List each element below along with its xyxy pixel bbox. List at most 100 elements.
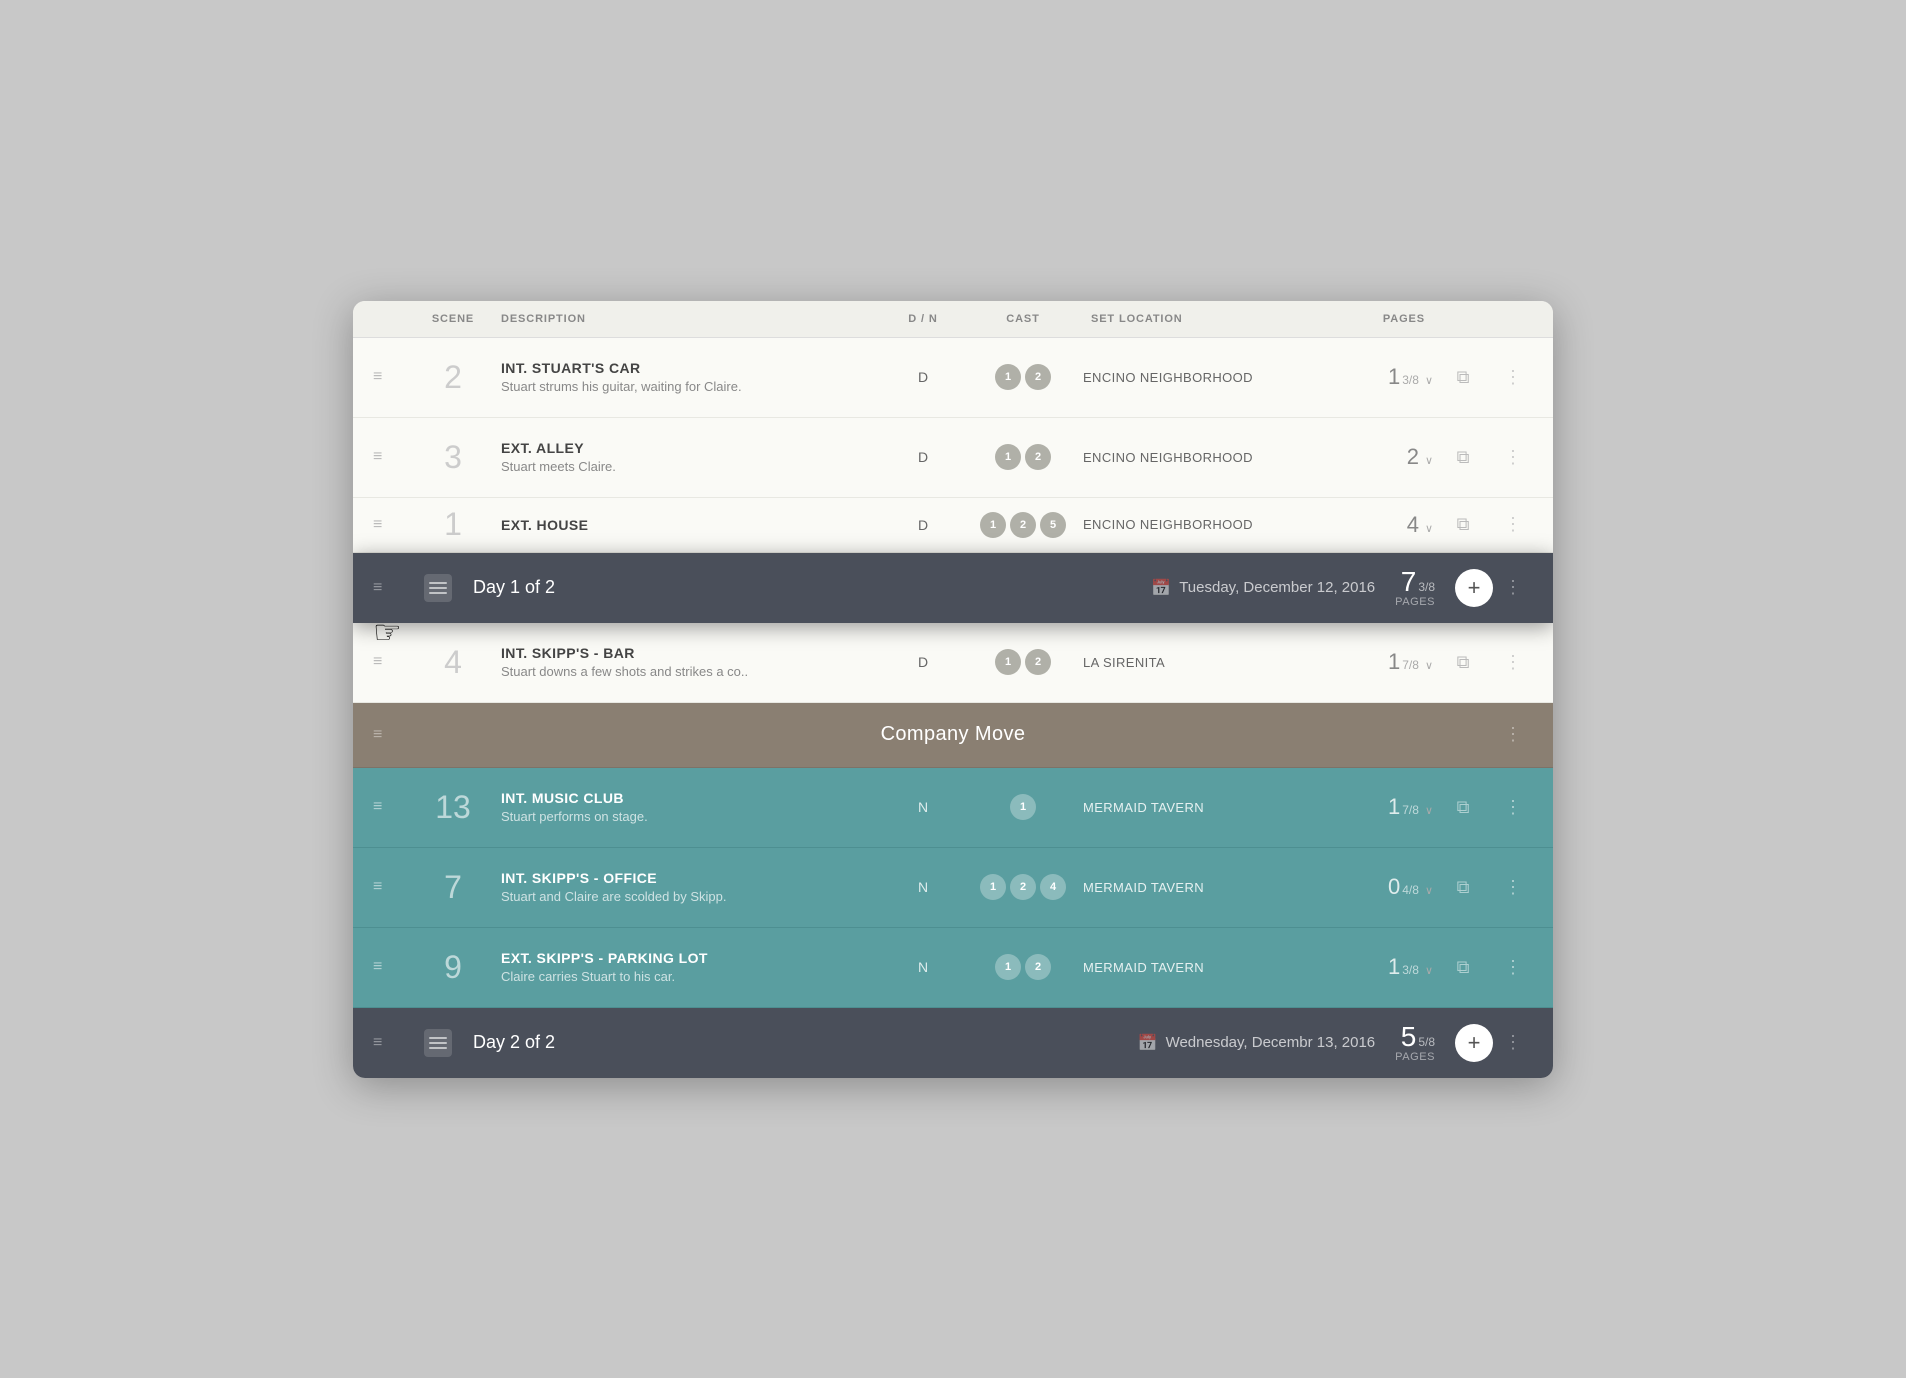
dm-cell: D <box>883 654 963 670</box>
pages-cell: 1 3/8 ∨ <box>1303 954 1433 980</box>
pages-main: 1 <box>1388 954 1400 980</box>
day2-date-area: 📅 Wednesday, Decembr 13, 2016 <box>1138 1033 1376 1053</box>
more-button[interactable]: ⋮ <box>1493 797 1533 818</box>
cast-badge: 1 <box>1010 794 1036 820</box>
chevron-down-icon[interactable]: ∨ <box>1425 522 1433 535</box>
chevron-down-icon[interactable]: ∨ <box>1425 884 1433 897</box>
cast-badge: 1 <box>995 649 1021 675</box>
scene-info: EXT. ALLEY Stuart meets Claire. <box>493 440 883 474</box>
cast-badge: 2 <box>1010 874 1036 900</box>
day1-pages-main: 7 <box>1401 568 1417 596</box>
pages-cell: 4 ∨ <box>1303 512 1433 538</box>
day2-add-button[interactable]: + <box>1455 1024 1493 1062</box>
scene-number: 1 <box>413 506 493 543</box>
scene-row-9: ≡ 9 EXT. SKIPP'S - PARKING LOT Claire ca… <box>353 928 1553 1008</box>
boards-icon[interactable]: ⧉ <box>1433 652 1493 673</box>
cast-cell: 1 2 5 <box>963 512 1083 538</box>
dm-cell: N <box>883 959 963 975</box>
cast-badge: 2 <box>1010 512 1036 538</box>
chevron-down-icon[interactable]: ∨ <box>1425 804 1433 817</box>
boards-icon[interactable]: ⧉ <box>1433 957 1493 978</box>
company-move-drag[interactable]: ≡ <box>373 726 413 744</box>
more-button[interactable]: ⋮ <box>1493 447 1533 468</box>
drag-handle[interactable]: ≡ <box>373 798 413 816</box>
day2-date: Wednesday, Decembr 13, 2016 <box>1166 1034 1376 1051</box>
cast-cell: 1 2 <box>963 954 1083 980</box>
drag-handle[interactable]: ≡ <box>373 368 413 386</box>
more-button[interactable]: ⋮ <box>1493 652 1533 673</box>
scene-row-4: ≡ 4 INT. SKIPP'S - BAR Stuart downs a fe… <box>353 623 1553 703</box>
cast-badge: 1 <box>995 444 1021 470</box>
pages-main: 4 <box>1407 512 1419 538</box>
day2-pages-area: 5 5/8 Pages <box>1395 1023 1435 1063</box>
day-drag-handle[interactable]: ≡ <box>373 579 413 597</box>
cast-cell: 1 2 <box>963 444 1083 470</box>
cast-cell: 1 2 4 <box>963 874 1083 900</box>
scene-description: Stuart downs a few shots and strikes a c… <box>501 664 875 679</box>
day2-more-button[interactable]: ⋮ <box>1493 1032 1533 1053</box>
drag-handle[interactable]: ≡ <box>373 448 413 466</box>
day2-pages-main: 5 <box>1401 1023 1417 1051</box>
cast-badge: 1 <box>980 512 1006 538</box>
scene-row-1: ≡ 1 EXT. HOUSE D 1 2 5 ENCINO NEIGHBORHO… <box>353 498 1553 553</box>
scene-number: 3 <box>413 439 493 476</box>
cast-badge: 1 <box>995 954 1021 980</box>
scene-description: Stuart and Claire are scolded by Skipp. <box>501 889 875 904</box>
location-cell: ENCINO NEIGHBORHOOD <box>1083 517 1303 532</box>
more-button[interactable]: ⋮ <box>1493 514 1533 535</box>
scene-title: EXT. SKIPP'S - PARKING LOT <box>501 950 875 966</box>
scene-title: INT. SKIPP'S - BAR <box>501 645 875 661</box>
day1-pages-area: 7 3/8 Pages <box>1395 568 1435 608</box>
boards-icon[interactable]: ⧉ <box>1433 367 1493 388</box>
pages-header: PAGES <box>1303 301 1433 337</box>
company-move-more[interactable]: ⋮ <box>1493 724 1533 745</box>
chevron-down-icon[interactable]: ∨ <box>1425 659 1433 672</box>
boards-icon[interactable]: ⧉ <box>1433 877 1493 898</box>
more-button[interactable]: ⋮ <box>1493 877 1533 898</box>
scene-title: INT. STUART'S CAR <box>501 360 875 376</box>
day1-add-button[interactable]: + <box>1455 569 1493 607</box>
day-list-icon <box>413 574 463 602</box>
chevron-down-icon[interactable]: ∨ <box>1425 964 1433 977</box>
calendar-icon: 📅 <box>1151 578 1171 598</box>
scene-description: Stuart meets Claire. <box>501 459 875 474</box>
more-button[interactable]: ⋮ <box>1493 367 1533 388</box>
cast-badge: 2 <box>1025 364 1051 390</box>
company-move-row: ≡ Company Move ⋮ <box>353 703 1553 768</box>
day2-header: ≡ Day 2 of 2 📅 Wednesday, Decembr 13, 20… <box>353 1008 1553 1078</box>
scene-description: Stuart strums his guitar, waiting for Cl… <box>501 379 875 394</box>
dm-cell: N <box>883 879 963 895</box>
drag-handle[interactable]: ≡ <box>373 878 413 896</box>
pages-frac: 7/8 <box>1402 658 1419 672</box>
scene-title: INT. MUSIC CLUB <box>501 790 875 806</box>
scene-info: INT. SKIPP'S - BAR Stuart downs a few sh… <box>493 645 883 679</box>
more-button[interactable]: ⋮ <box>1493 957 1533 978</box>
description-header: DESCRIPTION <box>493 301 883 337</box>
day1-pages-frac: 3/8 <box>1418 580 1435 594</box>
dm-cell: D <box>883 517 963 533</box>
scene-info: INT. STUART'S CAR Stuart strums his guit… <box>493 360 883 394</box>
chevron-down-icon[interactable]: ∨ <box>1425 374 1433 387</box>
day1-more-button[interactable]: ⋮ <box>1493 577 1533 598</box>
day2-label: Day 2 of 2 <box>463 1032 1138 1053</box>
location-header: SET LOCATION <box>1083 301 1303 337</box>
day1-date: Tuesday, December 12, 2016 <box>1179 579 1375 596</box>
scene-number: 13 <box>413 789 493 826</box>
pages-main: 2 <box>1407 444 1419 470</box>
drag-handle[interactable]: ≡ <box>373 516 413 534</box>
drag-handle[interactable]: ≡ <box>373 958 413 976</box>
calendar-icon: 📅 <box>1138 1033 1158 1053</box>
pages-frac: 3/8 <box>1402 963 1419 977</box>
scene-row-7: ≡ 7 INT. SKIPP'S - OFFICE Stuart and Cla… <box>353 848 1553 928</box>
dm-header: D / N <box>883 301 963 337</box>
drag-handle[interactable]: ≡ <box>373 653 413 671</box>
chevron-down-icon[interactable]: ∨ <box>1425 454 1433 467</box>
boards-icon[interactable]: ⧉ <box>1433 447 1493 468</box>
location-cell: ENCINO NEIGHBORHOOD <box>1083 370 1303 385</box>
cast-cell: 1 <box>963 794 1083 820</box>
day2-drag-handle[interactable]: ≡ <box>373 1034 413 1052</box>
boards-icon[interactable]: ⧉ <box>1433 797 1493 818</box>
pages-cell: 2 ∨ <box>1303 444 1433 470</box>
boards-icon[interactable]: ⧉ <box>1433 514 1493 535</box>
scene-row-13: ≡ 13 INT. MUSIC CLUB Stuart performs on … <box>353 768 1553 848</box>
